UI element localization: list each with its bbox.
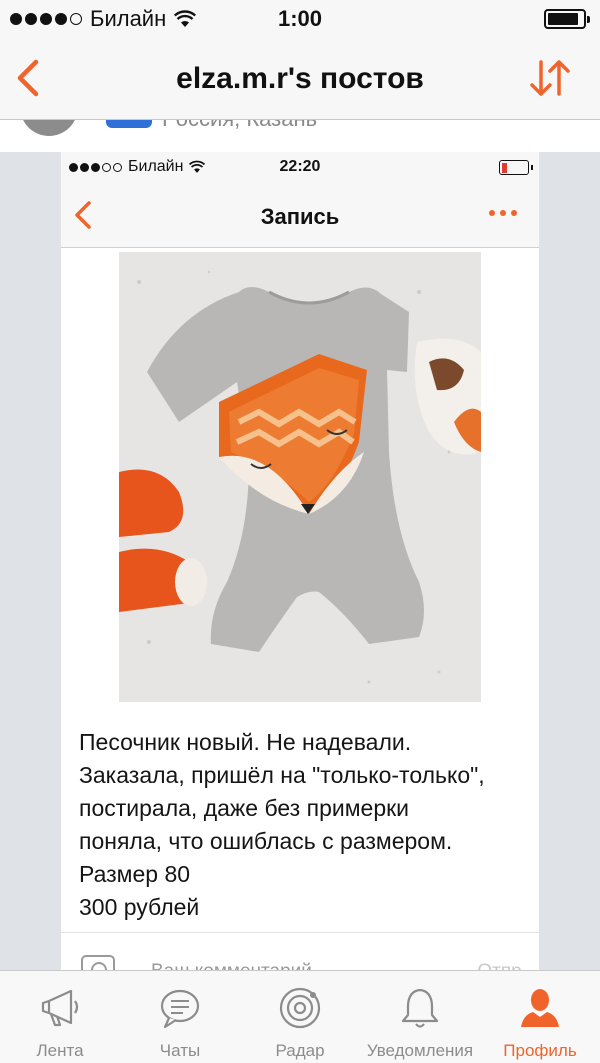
product-photo (119, 252, 481, 702)
chat-bubble-icon (160, 989, 200, 1029)
tab-feed[interactable]: Лента (0, 971, 120, 1063)
more-dots-icon (489, 210, 517, 216)
tab-chats[interactable]: Чаты (120, 971, 240, 1063)
tab-chats-label: Чаты (159, 1041, 201, 1060)
tab-notifications-label: Уведомления (366, 1041, 474, 1060)
post-description: Песочник новый. Не надевали. Заказала, п… (79, 726, 529, 924)
page-title: elza.m.r's постов (176, 62, 424, 95)
tab-profile[interactable]: Профиль (480, 971, 600, 1063)
tab-notifications[interactable]: Уведомления (360, 971, 480, 1063)
bell-icon (401, 988, 439, 1028)
radar-icon (279, 987, 321, 1029)
sort-arrows-icon[interactable] (528, 58, 572, 98)
embedded-title: Запись (260, 204, 340, 229)
embedded-time: 22:20 (279, 158, 321, 175)
comment-placeholder: Ваш комментарий (151, 961, 312, 970)
tab-radar[interactable]: Радар (240, 971, 360, 1063)
avatar[interactable] (20, 120, 78, 136)
navigation-bar: elza.m.r's постов (0, 38, 600, 120)
profile-header-peek: Россия, Казань (0, 120, 600, 152)
camera-icon (81, 955, 115, 970)
status-bar: Билайн 1:00 (0, 0, 600, 38)
embedded-battery-icon (499, 160, 533, 175)
comment-input-row: Ваш комментарий Отпр. (61, 932, 539, 970)
post-text-body: Песочник новый. Не надевали. Заказала, п… (79, 729, 485, 920)
post-image-card[interactable]: Билайн 22:20 Запись Песочник новый. Не н… (61, 152, 539, 970)
tab-bar: Лента Чаты Радар Уведомления Профиль (0, 970, 600, 1063)
embedded-nav-bar: Запись (61, 182, 539, 248)
tab-feed-label: Лента (36, 1041, 84, 1060)
profile-location: Россия, Казань (162, 120, 317, 132)
country-badge (106, 120, 152, 128)
battery-icon (544, 9, 590, 29)
send-label: Отпр. (477, 961, 527, 970)
profile-icon (521, 989, 559, 1027)
tab-profile-label: Профиль (503, 1041, 577, 1060)
status-time: 1:00 (277, 6, 323, 31)
embedded-status-bar: Билайн 22:20 (61, 152, 539, 182)
tab-radar-label: Радар (275, 1041, 325, 1060)
megaphone-icon (41, 989, 79, 1027)
